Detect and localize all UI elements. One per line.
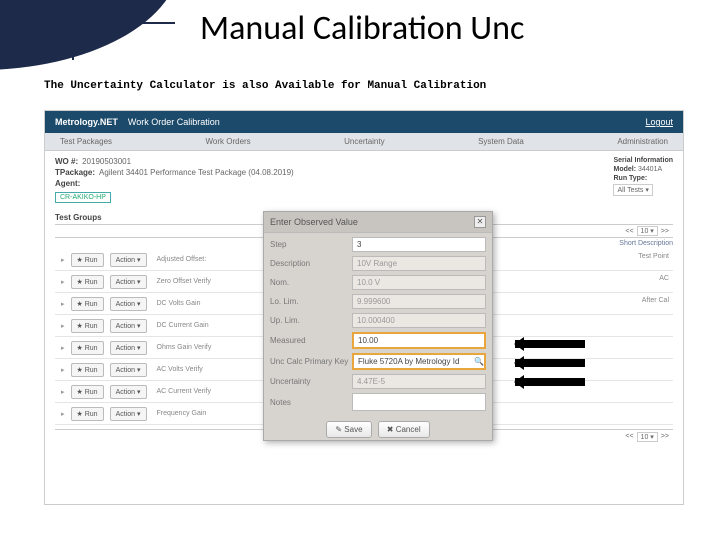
- nav-test-packages[interactable]: Test Packages: [60, 137, 112, 146]
- action-button[interactable]: Action ▾: [110, 363, 147, 377]
- app-nav: Test Packages Work Orders Uncertainty Sy…: [45, 133, 683, 151]
- pager-next[interactable]: >>: [661, 433, 669, 440]
- pager-prev[interactable]: <<: [625, 433, 633, 440]
- run-type-select[interactable]: All Tests ▾: [613, 184, 652, 196]
- run-button[interactable]: ★ Run: [71, 363, 104, 377]
- action-button[interactable]: Action ▾: [110, 319, 147, 333]
- description-value: 10V Range: [352, 256, 486, 271]
- row-desc: AC Volts Verify: [157, 366, 203, 373]
- save-button[interactable]: ✎ Save: [326, 421, 371, 438]
- lolim-label: Lo. Lim.: [270, 297, 352, 306]
- row-desc: AC Current Verify: [157, 388, 211, 395]
- pager-size[interactable]: 10 ▾: [637, 432, 658, 442]
- pager-size[interactable]: 10 ▾: [637, 226, 658, 236]
- row-desc: Zero Offset Verify: [157, 278, 211, 285]
- run-button[interactable]: ★ Run: [71, 385, 104, 399]
- run-button[interactable]: ★ Run: [71, 341, 104, 355]
- uncertainty-label: Uncertainty: [270, 377, 352, 386]
- run-button[interactable]: ★ Run: [71, 275, 104, 289]
- uncertainty-value: 4.47E-5: [352, 374, 486, 389]
- col-after-cal: After Cal: [642, 297, 669, 304]
- agent-select[interactable]: CR-AKIKO-HP: [55, 192, 111, 203]
- modal-close-button[interactable]: ✕: [474, 216, 486, 228]
- action-button[interactable]: Action ▾: [110, 407, 147, 421]
- uplim-value: 10.000400: [352, 313, 486, 328]
- step-label: Step: [270, 240, 352, 249]
- nav-uncertainty[interactable]: Uncertainty: [344, 137, 384, 146]
- run-button[interactable]: ★ Run: [71, 253, 104, 267]
- wo-value: 20190503001: [82, 157, 131, 166]
- annotation-arrow-icon: [515, 340, 585, 348]
- nom-value: 10.0 V: [352, 275, 486, 290]
- slide-title: Manual Calibration Unc: [200, 8, 524, 49]
- pager-prev[interactable]: <<: [625, 228, 633, 235]
- app-header-title: Work Order Calibration: [128, 117, 220, 127]
- action-button[interactable]: Action ▾: [110, 385, 147, 399]
- nav-system-data[interactable]: System Data: [478, 137, 524, 146]
- measured-input[interactable]: 10.00: [352, 332, 486, 349]
- run-button[interactable]: ★ Run: [71, 297, 104, 311]
- unckey-input[interactable]: Fluke 5720A by Metrology Id: [352, 353, 474, 370]
- row-desc: DC Current Gain: [157, 322, 209, 329]
- tpackage-value: Agilent 34401 Performance Test Package (…: [99, 168, 294, 177]
- app-window: Metrology.NET Work Order Calibration Log…: [44, 110, 684, 505]
- col-ac: AC: [659, 275, 669, 282]
- col-test-point: Test Point: [638, 253, 669, 260]
- logout-link[interactable]: Logout: [645, 117, 673, 127]
- action-button[interactable]: Action ▾: [110, 341, 147, 355]
- observed-value-modal: Enter Observed Value ✕ Step3 Description…: [263, 211, 493, 441]
- row-desc: Ohms Gain Verify: [157, 344, 212, 351]
- wo-label: WO #:: [55, 157, 78, 166]
- row-desc: Frequency Gain: [157, 410, 207, 417]
- run-type-label: Run Type:: [613, 175, 673, 182]
- run-button[interactable]: ★ Run: [71, 319, 104, 333]
- notes-input[interactable]: [352, 393, 486, 411]
- annotation-arrow-icon: [515, 378, 585, 386]
- measured-label: Measured: [270, 336, 352, 345]
- nav-work-orders[interactable]: Work Orders: [205, 137, 250, 146]
- model-label: Model:: [613, 166, 636, 173]
- notes-label: Notes: [270, 398, 352, 407]
- tpackage-label: TPackage:: [55, 168, 95, 177]
- uplim-label: Up. Lim.: [270, 316, 352, 325]
- agent-label: Agent:: [55, 179, 80, 188]
- nom-label: Nom.: [270, 278, 352, 287]
- search-icon[interactable]: 🔍: [474, 353, 486, 370]
- model-value: 34401A: [638, 166, 662, 173]
- row-desc: DC Volts Gain: [157, 300, 201, 307]
- nav-administration[interactable]: Administration: [617, 137, 668, 146]
- row-desc: Adjusted Offset:: [157, 256, 207, 263]
- annotation-arrow-icon: [515, 359, 585, 367]
- description-label: Description: [270, 259, 352, 268]
- slide-subtitle: The Uncertainty Calculator is also Avail…: [44, 80, 486, 92]
- lolim-value: 9.999600: [352, 294, 486, 309]
- right-info: Serial Information Model: 34401A Run Typ…: [613, 157, 673, 198]
- pager-next[interactable]: >>: [661, 228, 669, 235]
- modal-title: Enter Observed Value: [270, 217, 358, 227]
- run-button[interactable]: ★ Run: [71, 407, 104, 421]
- cancel-button[interactable]: ✖ Cancel: [378, 421, 430, 438]
- app-header: Metrology.NET Work Order Calibration Log…: [45, 111, 683, 133]
- action-button[interactable]: Action ▾: [110, 253, 147, 267]
- action-button[interactable]: Action ▾: [110, 275, 147, 289]
- action-button[interactable]: Action ▾: [110, 297, 147, 311]
- slide-decoration: [0, 0, 180, 70]
- app-brand: Metrology.NET: [55, 117, 118, 127]
- step-input[interactable]: 3: [352, 237, 486, 252]
- serial-info-label: Serial Information: [613, 157, 673, 164]
- unckey-label: Unc Calc Primary Key: [270, 357, 352, 366]
